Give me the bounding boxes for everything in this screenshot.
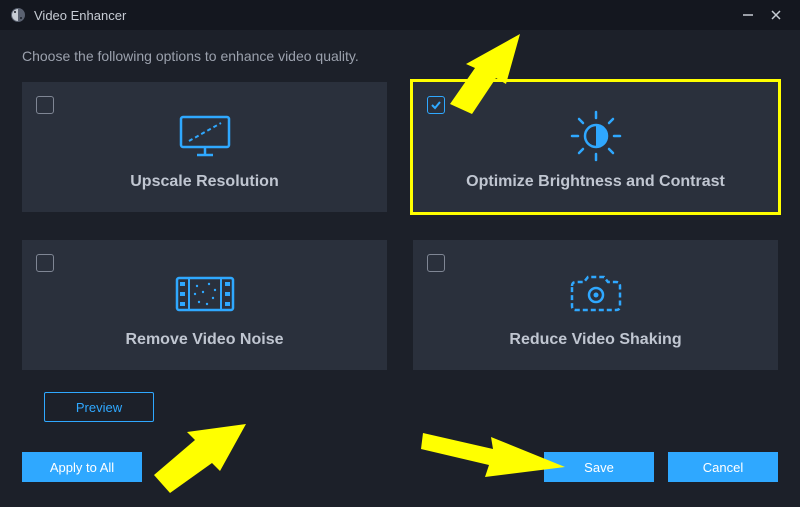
- monitor-icon: [175, 109, 235, 163]
- option-remove-noise[interactable]: Remove Video Noise: [22, 240, 387, 370]
- option-label: Upscale Resolution: [130, 173, 278, 191]
- app-icon: [10, 7, 26, 23]
- film-icon: [173, 267, 237, 321]
- preview-button[interactable]: Preview: [44, 392, 154, 422]
- checkbox-brightness[interactable]: [427, 96, 445, 114]
- checkbox-noise[interactable]: [36, 254, 54, 272]
- brightness-icon: [568, 109, 624, 163]
- instruction-text: Choose the following options to enhance …: [22, 48, 778, 64]
- enhancement-options-grid: Upscale Resolution: [22, 82, 778, 370]
- minimize-button[interactable]: [734, 1, 762, 29]
- option-label: Remove Video Noise: [126, 331, 284, 349]
- option-reduce-shaking[interactable]: Reduce Video Shaking: [413, 240, 778, 370]
- checkbox-shaking[interactable]: [427, 254, 445, 272]
- checkbox-upscale[interactable]: [36, 96, 54, 114]
- option-label: Optimize Brightness and Contrast: [466, 173, 725, 191]
- apply-to-all-button[interactable]: Apply to All: [22, 452, 142, 482]
- option-brightness-contrast[interactable]: Optimize Brightness and Contrast: [413, 82, 778, 212]
- app-title: Video Enhancer: [34, 8, 126, 23]
- camera-shake-icon: [566, 267, 626, 321]
- cancel-button[interactable]: Cancel: [668, 452, 778, 482]
- close-button[interactable]: [762, 1, 790, 29]
- option-upscale-resolution[interactable]: Upscale Resolution: [22, 82, 387, 212]
- annotation-arrow: [140, 415, 260, 495]
- titlebar: Video Enhancer: [0, 0, 800, 30]
- option-label: Reduce Video Shaking: [509, 331, 681, 349]
- save-button[interactable]: Save: [544, 452, 654, 482]
